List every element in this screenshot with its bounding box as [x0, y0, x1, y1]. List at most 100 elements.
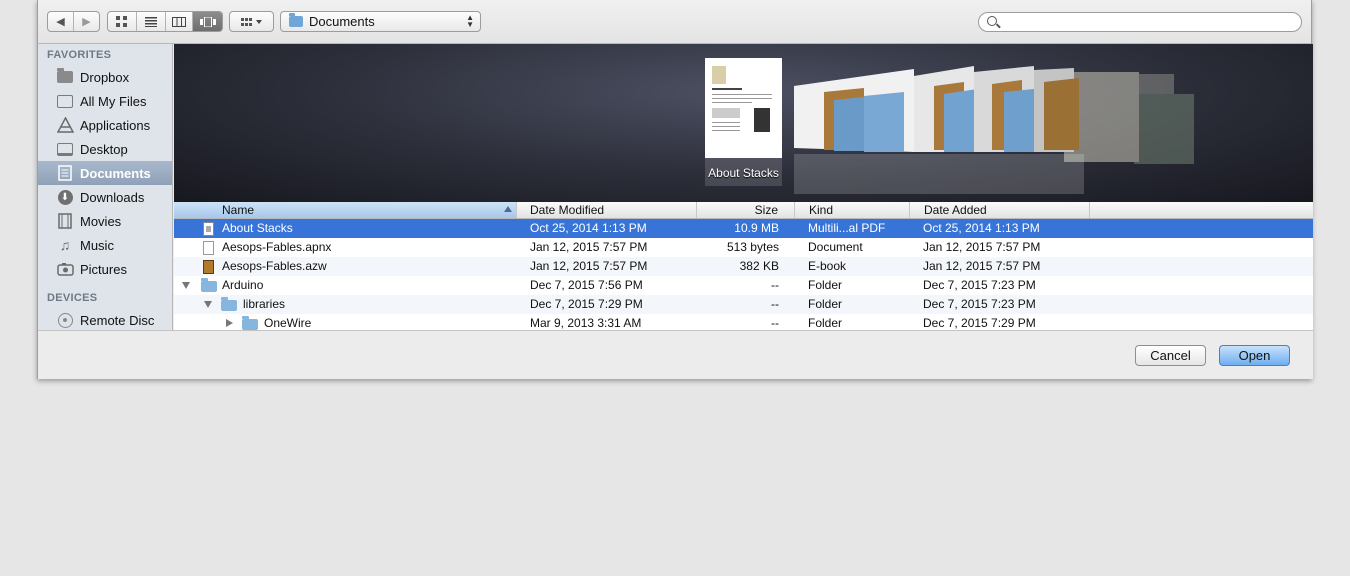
sidebar-item-pictures[interactable]: Pictures — [38, 257, 172, 281]
disclosure-triangle-expanded-icon[interactable] — [204, 301, 212, 308]
table-row[interactable]: OneWire Mar 9, 2013 3:31 AM -- Folder De… — [174, 314, 1313, 330]
location-popup[interactable]: Documents ▲ ▼ — [280, 11, 481, 32]
table-row[interactable]: libraries Dec 7, 2015 7:29 PM -- Folder … — [174, 295, 1313, 314]
back-forward-control: ◀ ▶ — [47, 11, 100, 32]
cell-size: -- — [771, 297, 779, 311]
sidebar-item-all-my-files[interactable]: All My Files — [38, 89, 172, 113]
table-row[interactable]: About Stacks Oct 25, 2014 1:13 PM 10.9 M… — [174, 219, 1313, 238]
sort-ascending-icon — [504, 206, 512, 212]
icon-view-icon[interactable] — [108, 12, 137, 31]
downloads-icon: ⬇ — [56, 189, 74, 205]
sidebar-item-movies[interactable]: Movies — [38, 209, 172, 233]
column-header-size[interactable]: Size — [697, 202, 795, 218]
column-header-date-modified[interactable]: Date Modified — [517, 202, 697, 218]
cell-date-added: Oct 25, 2014 1:13 PM — [923, 221, 1040, 235]
cell-size: 382 KB — [739, 259, 779, 273]
disclosure-triangle-collapsed-icon[interactable] — [226, 319, 233, 327]
sidebar-item-remote-disc[interactable]: Remote Disc — [38, 308, 172, 330]
cell-name: OneWire — [264, 316, 312, 330]
sidebar-item-label: Remote Disc — [80, 312, 155, 328]
search-input[interactable] — [1003, 14, 1297, 32]
cell-size: 513 bytes — [726, 240, 779, 254]
list-view-glyph — [144, 16, 157, 27]
devices-header: DEVICES — [47, 292, 98, 304]
pictures-icon — [56, 261, 74, 277]
sidebar-item-desktop[interactable]: Desktop — [38, 137, 172, 161]
search-icon — [987, 16, 997, 26]
sidebar-item-label: All My Files — [80, 93, 147, 109]
table-row[interactable]: Aesops-Fables.azw Jan 12, 2015 7:57 PM 3… — [174, 257, 1313, 276]
open-file-dialog: ◀ ▶ Documents ▲ ▼ FAVORITES Dropbox All … — [37, 0, 1313, 379]
cover-flow-view-icon[interactable] — [193, 12, 222, 31]
folder-icon — [221, 297, 237, 311]
list-view-icon[interactable] — [137, 12, 166, 31]
cell-kind: Folder — [808, 278, 843, 292]
cell-name: About Stacks — [222, 221, 293, 235]
cover-flow-label: About Stacks — [708, 166, 779, 180]
cell-size: -- — [771, 278, 779, 292]
column-header-kind[interactable]: Kind — [795, 202, 910, 218]
disclosure-triangle-expanded-icon[interactable] — [182, 282, 190, 289]
movies-icon — [56, 213, 74, 229]
back-arrow-icon[interactable]: ◀ — [48, 12, 74, 31]
cover-flow-pane[interactable]: About Stacks — [174, 44, 1313, 202]
sidebar-item-label: Desktop — [80, 141, 128, 157]
cell-date-modified: Jan 12, 2015 7:57 PM — [530, 259, 648, 273]
column-header-date-added[interactable]: Date Added — [910, 202, 1090, 218]
sidebar-item-label: Movies — [80, 213, 122, 229]
sidebar-item-downloads[interactable]: ⬇ Downloads — [38, 185, 172, 209]
updown-chevron-icon: ▲ ▼ — [466, 13, 474, 29]
cell-date-added: Jan 12, 2015 7:57 PM — [923, 259, 1041, 273]
column-view-icon[interactable] — [166, 12, 194, 31]
cell-date-modified: Oct 25, 2014 1:13 PM — [530, 221, 647, 235]
documents-icon — [56, 165, 74, 181]
cell-date-modified: Dec 7, 2015 7:29 PM — [530, 297, 643, 311]
sidebar-item-dropbox[interactable]: Dropbox — [38, 65, 172, 89]
cell-name: Arduino — [222, 278, 264, 292]
column-header-label: Name — [222, 203, 255, 217]
sidebar-item-applications[interactable]: Applications — [38, 113, 172, 137]
cell-kind: Multili...al PDF — [808, 221, 886, 235]
open-button[interactable]: Open — [1219, 345, 1290, 366]
cover-flow-glyph — [199, 16, 216, 27]
search-field[interactable] — [978, 12, 1302, 32]
forward-arrow-icon[interactable]: ▶ — [74, 12, 99, 31]
sidebar-item-music[interactable]: ♫ Music — [38, 233, 172, 257]
applications-icon — [56, 117, 74, 133]
dropbox-folder-icon — [56, 68, 74, 85]
column-view-glyph — [171, 16, 186, 27]
ebook-file-icon — [203, 260, 214, 274]
cell-name: libraries — [243, 297, 286, 311]
desktop-icon — [56, 141, 74, 157]
cell-date-added: Jan 12, 2015 7:57 PM — [923, 240, 1041, 254]
table-row[interactable]: Aesops-Fables.apnx Jan 12, 2015 7:57 PM … — [174, 238, 1313, 257]
remote-disc-icon — [56, 312, 74, 328]
sidebar-item-label: Music — [80, 237, 114, 253]
sidebar-item-label: Dropbox — [80, 69, 130, 85]
cell-kind: E-book — [808, 259, 847, 273]
pdf-file-icon — [203, 222, 214, 236]
cell-date-added: Dec 7, 2015 7:23 PM — [923, 297, 1036, 311]
cell-date-added: Dec 7, 2015 7:29 PM — [923, 316, 1036, 330]
view-mode-control — [107, 11, 223, 32]
cell-size: 10.9 MB — [734, 221, 779, 235]
arrange-menu[interactable] — [229, 11, 274, 32]
sidebar: FAVORITES Dropbox All My Files Applicati… — [38, 44, 173, 330]
column-header-label: Date Added — [924, 203, 987, 217]
cancel-button[interactable]: Cancel — [1135, 345, 1206, 366]
document-file-icon — [203, 241, 214, 255]
cell-date-modified: Mar 9, 2013 3:31 AM — [530, 316, 642, 330]
all-my-files-icon — [56, 93, 74, 109]
cell-kind: Folder — [808, 316, 843, 330]
arrange-glyph — [240, 17, 262, 26]
favorites-header: FAVORITES — [47, 49, 112, 61]
column-header-label: Kind — [809, 203, 834, 217]
location-label: Documents — [309, 14, 375, 29]
sidebar-item-label: Downloads — [80, 189, 145, 205]
cell-name: Aesops-Fables.azw — [222, 259, 327, 273]
cell-date-added: Dec 7, 2015 7:23 PM — [923, 278, 1036, 292]
column-header-name[interactable]: Name — [174, 202, 517, 218]
cell-kind: Document — [808, 240, 863, 254]
table-row[interactable]: Arduino Dec 7, 2015 7:56 PM -- Folder De… — [174, 276, 1313, 295]
sidebar-item-documents[interactable]: Documents — [38, 161, 172, 185]
